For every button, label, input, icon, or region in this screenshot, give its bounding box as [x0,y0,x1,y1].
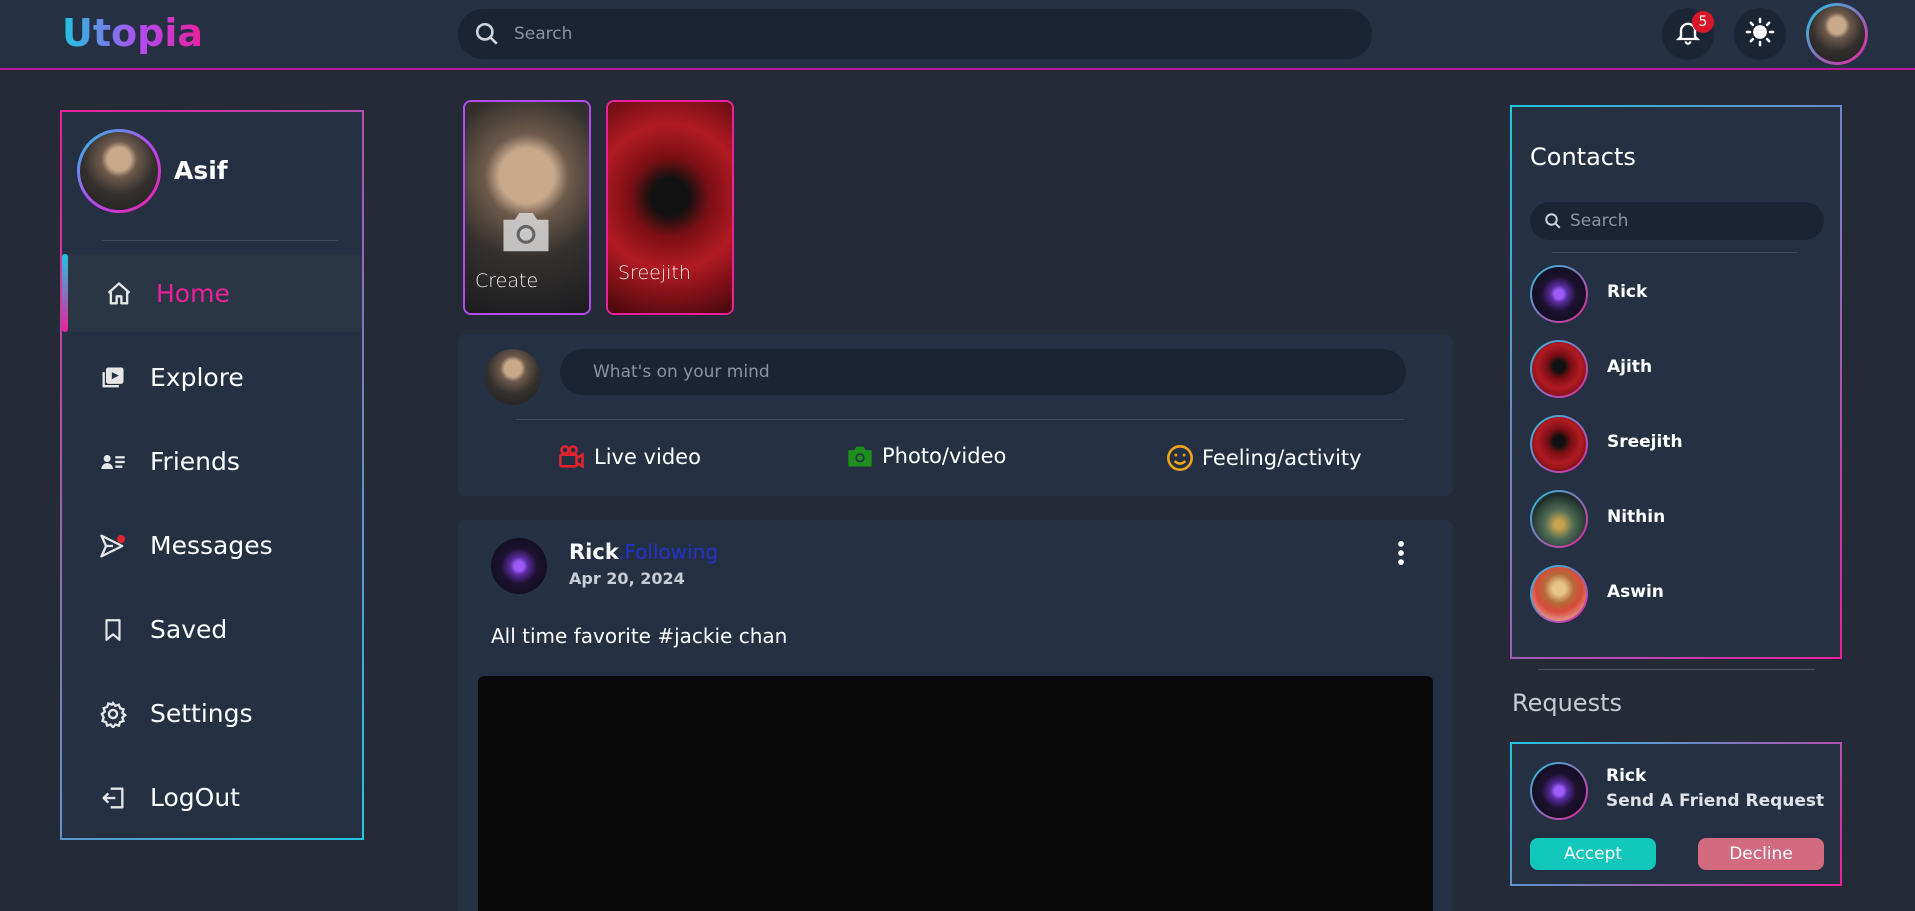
contact-name: Ajith [1607,357,1653,377]
following-link[interactable]: .Following [618,540,718,564]
bookmark-icon [98,615,128,645]
friend-request-card: Rick Send A Friend Request Accept Declin… [1510,742,1842,886]
gear-icon [98,699,128,729]
divider [516,419,1404,420]
contact-item[interactable]: Aswin [1530,565,1830,623]
user-avatar-menu[interactable] [1806,3,1868,65]
post-composer: Live video Photo/video Feeling/activity [458,334,1453,496]
avatar [1530,490,1588,548]
request-message: Send A Friend Request [1606,791,1825,811]
live-video-button[interactable]: Live video [558,444,701,470]
contact-name: Aswin [1607,582,1664,602]
logout-icon [98,783,128,813]
contact-search-bar[interactable] [1530,202,1824,240]
requests-title: Requests [1512,689,1622,717]
sidebar-item-label: Saved [150,614,228,644]
smile-icon [1166,444,1194,472]
sidebar-item-home[interactable]: Home [62,254,362,332]
sidebar-item-logout[interactable]: LogOut [62,758,362,836]
left-sidebar: Asif Home Explore Friends Messages Saved [60,110,364,840]
notification-count-badge: 5 [1692,11,1714,33]
post-input[interactable] [560,349,1406,395]
contact-name: Rick [1607,282,1648,302]
top-header: Utopia 5 [0,0,1915,70]
action-label: Live video [594,445,701,469]
accept-button[interactable]: Accept [1530,838,1656,870]
divider [102,240,338,241]
notifications-button[interactable]: 5 [1662,8,1714,60]
contact-item[interactable]: Rick [1530,265,1830,323]
create-story-card[interactable]: Create [463,100,591,315]
avatar [1809,6,1865,62]
story-label: Create [475,270,539,292]
global-search-bar[interactable] [458,9,1372,59]
home-icon [104,279,134,309]
sidebar-item-saved[interactable]: Saved [62,590,362,668]
post-video[interactable] [478,676,1433,911]
contact-item[interactable]: Sreejith [1530,415,1830,473]
sidebar-item-label: LogOut [150,782,240,812]
app-logo[interactable]: Utopia [62,11,203,55]
profile-name[interactable]: Asif [174,156,228,185]
contacts-title: Contacts [1530,143,1636,171]
decline-button[interactable]: Decline [1698,838,1824,870]
story-card[interactable]: Sreejith [606,100,734,315]
profile-avatar[interactable] [77,129,161,213]
divider [1538,669,1815,670]
contact-name: Sreejith [1607,432,1683,452]
avatar [1530,265,1588,323]
search-icon [1544,212,1562,234]
more-vertical-icon[interactable] [1394,540,1408,566]
avatar[interactable] [1530,762,1588,820]
sidebar-item-settings[interactable]: Settings [62,674,362,752]
contacts-panel: Contacts Rick Ajith Sreejith Nithin Aswi… [1510,105,1842,659]
sidebar-item-label: Friends [150,446,240,476]
avatar [1530,415,1588,473]
action-label: Photo/video [882,444,1007,468]
global-search-input[interactable] [514,9,1354,59]
photo-video-button[interactable]: Photo/video [846,444,1006,468]
explore-icon [98,363,128,393]
avatar [1530,340,1588,398]
contact-item[interactable]: Nithin [1530,490,1830,548]
camera-icon [846,444,874,468]
avatar [80,132,158,210]
messages-icon [98,531,128,561]
post-date: Apr 20, 2024 [569,569,685,588]
sidebar-item-messages[interactable]: Messages [62,506,362,584]
request-sender-name[interactable]: Rick [1606,766,1646,786]
divider [1552,252,1798,253]
search-icon [474,21,500,51]
sun-icon [1745,17,1775,51]
friends-icon [98,447,128,477]
contact-search-input[interactable] [1570,202,1810,240]
sidebar-item-friends[interactable]: Friends [62,422,362,500]
avatar [1530,565,1588,623]
contact-item[interactable]: Ajith [1530,340,1830,398]
sidebar-item-label: Explore [150,362,244,392]
sidebar-item-label: Settings [150,698,253,728]
sidebar-item-explore[interactable]: Explore [62,338,362,416]
avatar [485,349,541,405]
sidebar-item-label: Messages [150,530,273,560]
contact-name: Nithin [1607,507,1666,527]
post-author-name[interactable]: Rick [569,540,619,564]
story-label: Sreejith [618,262,691,284]
post-author-avatar[interactable] [491,538,547,594]
feeling-activity-button[interactable]: Feeling/activity [1166,444,1362,472]
feed-post: Rick .Following Apr 20, 2024 All time fa… [458,520,1453,911]
video-camera-icon [558,444,586,470]
theme-toggle-button[interactable] [1734,8,1786,60]
post-text: All time favorite #jackie chan [491,624,788,648]
sidebar-item-label: Home [156,278,230,308]
camera-icon [499,208,553,258]
action-label: Feeling/activity [1202,446,1362,470]
